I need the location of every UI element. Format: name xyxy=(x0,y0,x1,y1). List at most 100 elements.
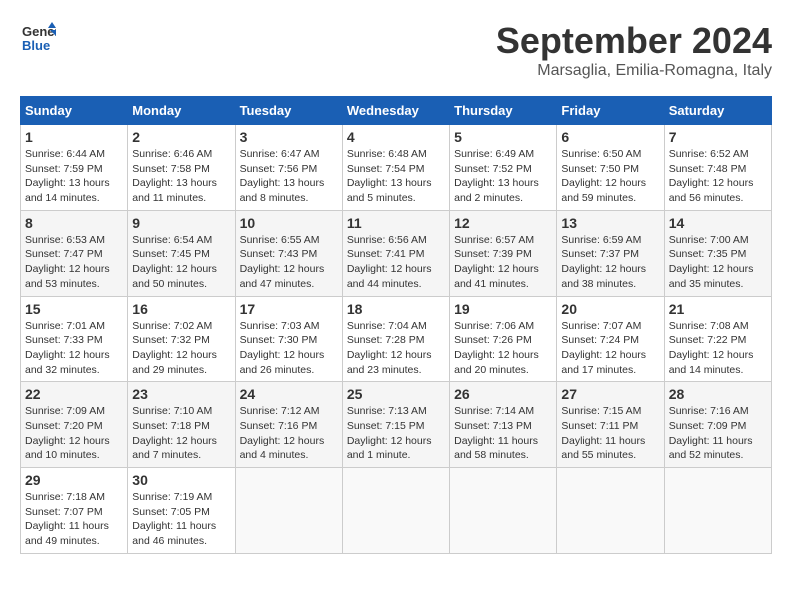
day-number: 30 xyxy=(132,472,230,488)
calendar-cell: 19 Sunrise: 7:06 AMSunset: 7:26 PMDayligh… xyxy=(450,296,557,382)
day-info: Sunrise: 7:14 AMSunset: 7:13 PMDaylight:… xyxy=(454,404,552,463)
calendar-header: SundayMondayTuesdayWednesdayThursdayFrid… xyxy=(21,97,772,125)
day-number: 22 xyxy=(25,386,123,402)
calendar-cell: 28 Sunrise: 7:16 AMSunset: 7:09 PMDayligh… xyxy=(664,382,771,468)
calendar-week-2: 8 Sunrise: 6:53 AMSunset: 7:47 PMDaylight… xyxy=(21,210,772,296)
day-info: Sunrise: 6:44 AMSunset: 7:59 PMDaylight:… xyxy=(25,147,123,206)
calendar-cell: 3Sunrise: 6:47 AMSunset: 7:56 PMDaylight… xyxy=(235,125,342,211)
calendar-cell xyxy=(557,468,664,554)
day-info: Sunrise: 7:07 AMSunset: 7:24 PMDaylight:… xyxy=(561,319,659,378)
calendar-table: SundayMondayTuesdayWednesdayThursdayFrid… xyxy=(20,96,772,554)
day-number: 8 xyxy=(25,215,123,231)
day-number: 10 xyxy=(240,215,338,231)
month-title: September 2024 xyxy=(496,20,772,62)
calendar-cell xyxy=(235,468,342,554)
day-number: 21 xyxy=(669,301,767,317)
day-info: Sunrise: 7:19 AMSunset: 7:05 PMDaylight:… xyxy=(132,490,230,549)
day-info: Sunrise: 6:53 AMSunset: 7:47 PMDaylight:… xyxy=(25,233,123,292)
calendar-cell xyxy=(450,468,557,554)
day-number: 5 xyxy=(454,129,552,145)
day-number: 27 xyxy=(561,386,659,402)
calendar-cell: 17 Sunrise: 7:03 AMSunset: 7:30 PMDayligh… xyxy=(235,296,342,382)
day-info: Sunrise: 6:46 AMSunset: 7:58 PMDaylight:… xyxy=(132,147,230,206)
day-info: Sunrise: 6:54 AMSunset: 7:45 PMDaylight:… xyxy=(132,233,230,292)
calendar-cell: 23Sunrise: 7:10 AMSunset: 7:18 PMDayligh… xyxy=(128,382,235,468)
day-info: Sunrise: 7:00 AMSunset: 7:35 PMDaylight:… xyxy=(669,233,767,292)
calendar-body: 1 Sunrise: 6:44 AMSunset: 7:59 PMDaylight… xyxy=(21,125,772,554)
day-info: Sunrise: 7:02 AMSunset: 7:32 PMDaylight:… xyxy=(132,319,230,378)
day-number: 6 xyxy=(561,129,659,145)
day-number: 19 xyxy=(454,301,552,317)
day-number: 9 xyxy=(132,215,230,231)
day-number: 14 xyxy=(669,215,767,231)
calendar-cell: 11 Sunrise: 6:56 AMSunset: 7:41 PMDayligh… xyxy=(342,210,449,296)
logo: General Blue xyxy=(20,20,60,56)
day-number: 24 xyxy=(240,386,338,402)
calendar-cell: 22Sunrise: 7:09 AMSunset: 7:20 PMDayligh… xyxy=(21,382,128,468)
day-number: 12 xyxy=(454,215,552,231)
calendar-cell: 18 Sunrise: 7:04 AMSunset: 7:28 PMDayligh… xyxy=(342,296,449,382)
day-info: Sunrise: 7:04 AMSunset: 7:28 PMDaylight:… xyxy=(347,319,445,378)
day-number: 1 xyxy=(25,129,123,145)
day-info: Sunrise: 6:50 AMSunset: 7:50 PMDaylight:… xyxy=(561,147,659,206)
day-number: 2 xyxy=(132,129,230,145)
day-info: Sunrise: 6:56 AMSunset: 7:41 PMDaylight:… xyxy=(347,233,445,292)
calendar-week-1: 1 Sunrise: 6:44 AMSunset: 7:59 PMDaylight… xyxy=(21,125,772,211)
calendar-cell: 5 Sunrise: 6:49 AMSunset: 7:52 PMDaylight… xyxy=(450,125,557,211)
calendar-cell: 2 Sunrise: 6:46 AMSunset: 7:58 PMDaylight… xyxy=(128,125,235,211)
calendar-cell: 4 Sunrise: 6:48 AMSunset: 7:54 PMDaylight… xyxy=(342,125,449,211)
weekday-header-saturday: Saturday xyxy=(664,97,771,125)
day-number: 18 xyxy=(347,301,445,317)
day-number: 23 xyxy=(132,386,230,402)
day-number: 20 xyxy=(561,301,659,317)
weekday-header-wednesday: Wednesday xyxy=(342,97,449,125)
day-number: 26 xyxy=(454,386,552,402)
weekday-header-tuesday: Tuesday xyxy=(235,97,342,125)
weekday-header-monday: Monday xyxy=(128,97,235,125)
title-section: September 2024 Marsaglia, Emilia-Romagna… xyxy=(496,20,772,80)
day-number: 11 xyxy=(347,215,445,231)
calendar-cell: 26 Sunrise: 7:14 AMSunset: 7:13 PMDayligh… xyxy=(450,382,557,468)
calendar-cell xyxy=(342,468,449,554)
calendar-cell: 20 Sunrise: 7:07 AMSunset: 7:24 PMDayligh… xyxy=(557,296,664,382)
day-info: Sunrise: 7:12 AMSunset: 7:16 PMDaylight:… xyxy=(240,404,338,463)
day-info: Sunrise: 6:48 AMSunset: 7:54 PMDaylight:… xyxy=(347,147,445,206)
calendar-cell: 7Sunrise: 6:52 AMSunset: 7:48 PMDaylight… xyxy=(664,125,771,211)
calendar-cell: 24 Sunrise: 7:12 AMSunset: 7:16 PMDayligh… xyxy=(235,382,342,468)
calendar-cell: 13Sunrise: 6:59 AMSunset: 7:37 PMDayligh… xyxy=(557,210,664,296)
day-info: Sunrise: 6:55 AMSunset: 7:43 PMDaylight:… xyxy=(240,233,338,292)
day-info: Sunrise: 6:52 AMSunset: 7:48 PMDaylight:… xyxy=(669,147,767,206)
day-number: 25 xyxy=(347,386,445,402)
day-number: 4 xyxy=(347,129,445,145)
calendar-cell: 21 Sunrise: 7:08 AMSunset: 7:22 PMDayligh… xyxy=(664,296,771,382)
logo-icon: General Blue xyxy=(20,20,56,56)
day-info: Sunrise: 6:59 AMSunset: 7:37 PMDaylight:… xyxy=(561,233,659,292)
calendar-cell: 12 Sunrise: 6:57 AMSunset: 7:39 PMDayligh… xyxy=(450,210,557,296)
calendar-cell: 27 Sunrise: 7:15 AMSunset: 7:11 PMDayligh… xyxy=(557,382,664,468)
day-info: Sunrise: 7:03 AMSunset: 7:30 PMDaylight:… xyxy=(240,319,338,378)
page-header: General Blue September 2024 Marsaglia, E… xyxy=(20,20,772,80)
weekday-header-sunday: Sunday xyxy=(21,97,128,125)
day-number: 17 xyxy=(240,301,338,317)
calendar-cell: 10 Sunrise: 6:55 AMSunset: 7:43 PMDayligh… xyxy=(235,210,342,296)
calendar-cell: 9 Sunrise: 6:54 AMSunset: 7:45 PMDaylight… xyxy=(128,210,235,296)
day-info: Sunrise: 6:47 AMSunset: 7:56 PMDaylight:… xyxy=(240,147,338,206)
day-info: Sunrise: 7:06 AMSunset: 7:26 PMDaylight:… xyxy=(454,319,552,378)
calendar-cell: 15Sunrise: 7:01 AMSunset: 7:33 PMDayligh… xyxy=(21,296,128,382)
day-info: Sunrise: 7:18 AMSunset: 7:07 PMDaylight:… xyxy=(25,490,123,549)
calendar-cell: 30 Sunrise: 7:19 AMSunset: 7:05 PMDayligh… xyxy=(128,468,235,554)
day-info: Sunrise: 7:16 AMSunset: 7:09 PMDaylight:… xyxy=(669,404,767,463)
calendar-cell: 16 Sunrise: 7:02 AMSunset: 7:32 PMDayligh… xyxy=(128,296,235,382)
day-number: 16 xyxy=(132,301,230,317)
day-info: Sunrise: 7:08 AMSunset: 7:22 PMDaylight:… xyxy=(669,319,767,378)
day-number: 28 xyxy=(669,386,767,402)
calendar-cell: 1 Sunrise: 6:44 AMSunset: 7:59 PMDaylight… xyxy=(21,125,128,211)
calendar-cell: 8 Sunrise: 6:53 AMSunset: 7:47 PMDaylight… xyxy=(21,210,128,296)
day-info: Sunrise: 6:49 AMSunset: 7:52 PMDaylight:… xyxy=(454,147,552,206)
svg-text:Blue: Blue xyxy=(22,38,50,53)
day-info: Sunrise: 6:57 AMSunset: 7:39 PMDaylight:… xyxy=(454,233,552,292)
weekday-header-friday: Friday xyxy=(557,97,664,125)
day-info: Sunrise: 7:01 AMSunset: 7:33 PMDaylight:… xyxy=(25,319,123,378)
day-info: Sunrise: 7:15 AMSunset: 7:11 PMDaylight:… xyxy=(561,404,659,463)
calendar-week-4: 22Sunrise: 7:09 AMSunset: 7:20 PMDayligh… xyxy=(21,382,772,468)
